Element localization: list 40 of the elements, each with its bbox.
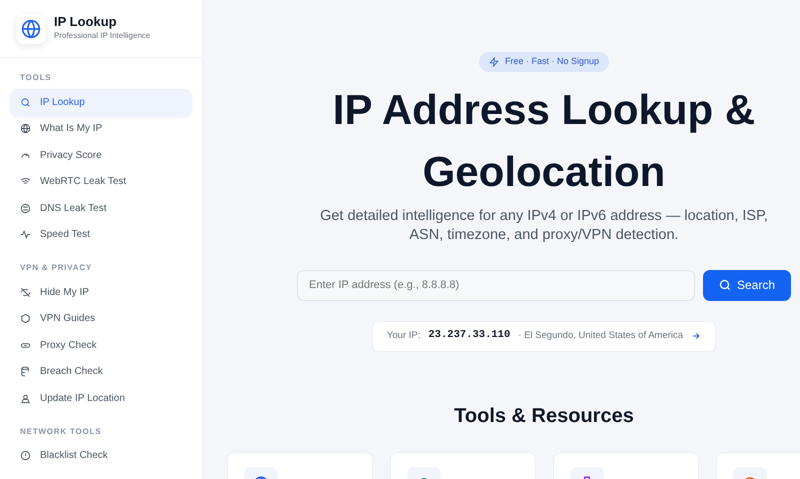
lightning-icon <box>488 56 499 67</box>
sidebar-item[interactable]: Privacy Score <box>10 142 192 168</box>
nav-icon <box>20 313 31 324</box>
ip-value: 23.237.33.110 <box>428 328 510 344</box>
page-title: IP Address Lookup & Geolocation <box>332 84 756 197</box>
nav-icon <box>20 96 31 108</box>
arrow-right-icon <box>691 331 702 342</box>
section-label: VPN & PRIVACY <box>19 262 94 274</box>
globe-logo-icon <box>16 14 46 44</box>
page-subtitle: Get detailed intelligence for any IPv4 or IPv6 address — location, ISP, ASN, timezone, and proxy/VPN detection. <box>319 206 769 245</box>
search-button[interactable]: Search <box>702 270 791 301</box>
sidebar-item[interactable]: IP Lookup <box>10 89 192 116</box>
badge-text: Free · Fast · No Signup <box>504 55 600 68</box>
sidebar-item[interactable]: Blacklist Check <box>10 442 192 469</box>
sidebar-item[interactable]: Speed Test <box>10 222 192 248</box>
section-heading: Tools & Resources <box>453 404 635 428</box>
sidebar-item[interactable]: WebRTC Leak Test <box>10 168 192 195</box>
sidebar-item[interactable]: Update IP Location <box>10 385 192 412</box>
ip-input-field[interactable]: Enter IP address (e.g., 8.8.8.8) <box>297 270 695 301</box>
your-ip-card[interactable]: Your IP: 23.237.33.110 · El Segundo, United States of America <box>372 320 716 352</box>
sidebar-item[interactable]: Hide My IP <box>10 279 192 306</box>
sidebar-item[interactable]: DNS Leak Test <box>10 195 192 222</box>
section-label: TOOLS <box>19 72 52 84</box>
your-ip-label: Your IP: <box>386 329 420 344</box>
nav-icon <box>20 229 31 240</box>
ip-location: · El Segundo, United States of America <box>518 329 684 344</box>
search-icon <box>718 279 731 292</box>
sidebar-item[interactable]: What Is My IP <box>10 116 192 142</box>
nav-icon <box>20 392 31 404</box>
brand-title: IP Lookup <box>54 15 118 30</box>
sidebar-item[interactable]: VPN Guides <box>10 306 192 332</box>
section-label: NETWORK TOOLS <box>19 426 102 438</box>
brand-subtitle: Professional IP Intelligence <box>54 30 150 42</box>
nav-icon <box>20 450 31 462</box>
sidebar-item[interactable]: Proxy Check <box>10 332 192 358</box>
nav-icon <box>20 123 31 134</box>
nav-icon <box>20 286 31 298</box>
sidebar-item[interactable]: Breach Check <box>10 358 192 385</box>
nav-icon <box>20 366 31 378</box>
nav-icon <box>20 202 31 214</box>
